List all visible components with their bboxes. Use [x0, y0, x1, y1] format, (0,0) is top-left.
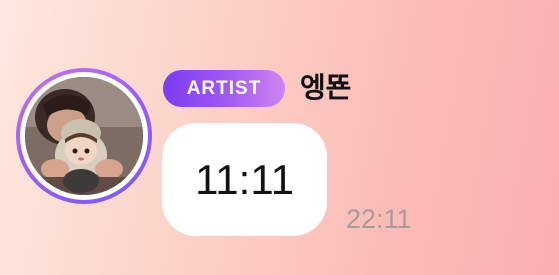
- sender-name[interactable]: 엥뚄: [300, 68, 352, 108]
- avatar[interactable]: [16, 68, 152, 204]
- avatar-image: [25, 77, 143, 195]
- message-timestamp: 22:11: [346, 204, 412, 234]
- avatar-border: [20, 72, 148, 200]
- avatar-photo: [25, 77, 143, 195]
- message-text: 11:11: [195, 156, 294, 203]
- artist-badge: ARTIST: [163, 70, 285, 107]
- message-bubble[interactable]: 11:11: [162, 123, 327, 236]
